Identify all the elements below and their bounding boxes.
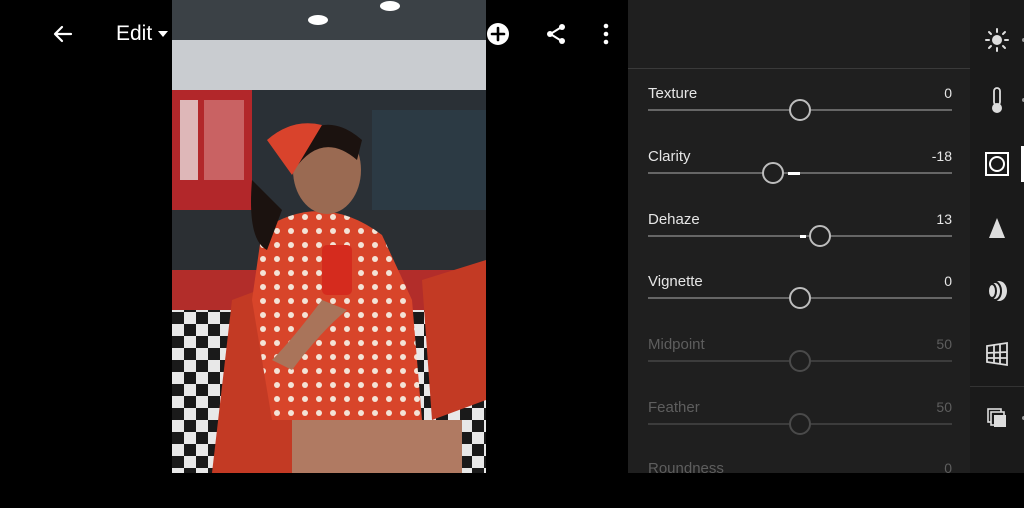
roundness-slider: Roundness 0	[648, 460, 952, 508]
caret-down-icon	[158, 31, 169, 37]
edit-mode-label: Edit	[116, 22, 153, 45]
add-circle-icon[interactable]	[481, 17, 515, 51]
detail-icon[interactable]	[970, 198, 1024, 258]
slider-label: Midpoint	[648, 336, 705, 353]
slider-value: 0	[944, 85, 952, 101]
slider-label: Dehaze	[648, 211, 700, 228]
geometry-icon[interactable]	[970, 324, 1024, 384]
slider-value: 50	[936, 336, 952, 352]
more-vertical-icon[interactable]	[589, 17, 623, 51]
feather-slider: Feather 50	[648, 399, 952, 447]
slider-label: Clarity	[648, 148, 691, 165]
slider-knob[interactable]	[789, 287, 811, 309]
clarity-slider[interactable]: Clarity -18	[648, 148, 952, 196]
slider-track[interactable]	[648, 172, 952, 174]
edit-mode-dropdown[interactable]: Edit	[116, 20, 169, 48]
slider-fill	[787, 172, 800, 175]
back-arrow-icon[interactable]	[46, 17, 80, 51]
slider-label: Vignette	[648, 273, 703, 290]
slider-knob	[789, 350, 811, 372]
photo-canvas[interactable]	[172, 0, 486, 473]
light-icon[interactable]	[970, 10, 1024, 70]
tool-rail	[970, 0, 1024, 473]
slider-value: 13	[936, 211, 952, 227]
midpoint-slider: Midpoint 50	[648, 336, 952, 384]
dehaze-slider[interactable]: Dehaze 13	[648, 211, 952, 259]
slider-label: Texture	[648, 85, 698, 102]
share-icon[interactable]	[539, 17, 573, 51]
effects-icon[interactable]	[970, 134, 1024, 194]
optics-icon[interactable]	[970, 261, 1024, 321]
versions-icon[interactable]	[970, 388, 1024, 448]
rail-divider	[970, 386, 1024, 387]
slider-label: Roundness	[648, 460, 724, 477]
color-icon[interactable]	[970, 70, 1024, 130]
panel-divider	[628, 68, 970, 69]
texture-slider[interactable]: Texture 0	[648, 85, 952, 133]
slider-value: 50	[936, 399, 952, 415]
effects-panel: Texture 0 Clarity -18 Dehaze 13 Vignette…	[628, 0, 970, 477]
slider-knob	[789, 413, 811, 435]
slider-value: 0	[944, 273, 952, 289]
slider-value: 0	[944, 460, 952, 476]
slider-fill	[800, 235, 807, 238]
vignette-slider[interactable]: Vignette 0	[648, 273, 952, 321]
slider-knob[interactable]	[761, 162, 784, 184]
slider-knob[interactable]	[789, 99, 811, 121]
slider-label: Feather	[648, 399, 700, 416]
slider-value: -18	[931, 148, 952, 164]
slider-knob[interactable]	[808, 225, 831, 247]
